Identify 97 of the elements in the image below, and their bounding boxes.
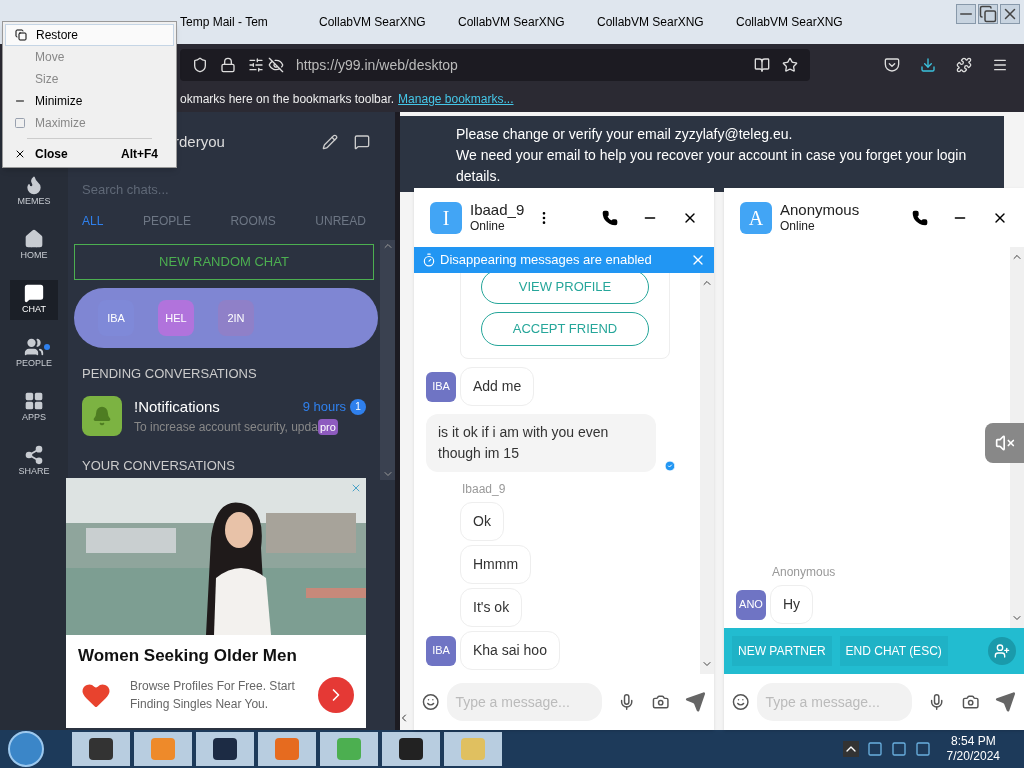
manage-bookmarks-link[interactable]: Manage bookmarks... xyxy=(398,90,514,108)
bell-icon xyxy=(92,405,112,426)
tracking-icon[interactable] xyxy=(268,57,284,73)
timer-icon xyxy=(422,253,436,267)
taskbar-app-icon[interactable] xyxy=(382,732,440,766)
reader-icon[interactable] xyxy=(754,57,770,73)
tray-icon[interactable] xyxy=(890,741,907,757)
nav-item[interactable]: APPS xyxy=(10,388,58,428)
mute-icon xyxy=(995,433,1015,453)
notice-text: We need your email to help you recover your account in case you forget your login details. xyxy=(456,146,968,186)
new-random-chat-button[interactable]: NEW RANDOM CHAT xyxy=(74,244,374,280)
tray-icon[interactable] xyxy=(914,741,931,757)
avatar: ANO xyxy=(736,589,766,620)
browser-tab[interactable]: CollabVM SearXNG xyxy=(446,13,585,31)
avatar: I xyxy=(430,201,462,234)
camera-icon[interactable] xyxy=(651,692,670,712)
message-bubble: It's ok xyxy=(460,588,523,627)
sender-name: Anonymous xyxy=(772,564,837,581)
browser-tab[interactable]: CollabVM SearXNG xyxy=(307,13,446,31)
edit-icon[interactable] xyxy=(322,134,338,150)
restore-icon xyxy=(15,29,27,41)
contact-name: Anonymous xyxy=(780,200,860,220)
menu-item[interactable]: Close Alt+F4 xyxy=(5,143,174,165)
notice-text: Please change or verify your email zyzylafy@teleg.eu. xyxy=(456,125,794,144)
contact-status: Online xyxy=(470,219,506,235)
bookmark-star-icon[interactable] xyxy=(782,57,798,73)
home-icon xyxy=(24,229,44,250)
phone-icon[interactable] xyxy=(602,209,618,226)
banner-text: Disappearing messages are enabled xyxy=(440,251,653,270)
taskbar-app-icon[interactable] xyxy=(72,732,130,766)
apps-icon xyxy=(24,391,44,412)
maximize-icon xyxy=(14,117,26,129)
send-icon[interactable] xyxy=(995,690,1016,714)
chat-icon xyxy=(24,283,44,304)
extensions-icon[interactable] xyxy=(956,57,972,73)
send-icon[interactable] xyxy=(685,690,706,714)
browser-tab[interactable]: CollabVM SearXNG xyxy=(724,13,863,31)
taskbar-app-icon[interactable] xyxy=(196,732,254,766)
share-icon xyxy=(24,445,44,466)
add-person-icon xyxy=(994,643,1010,659)
message-bubble: Ok xyxy=(460,502,504,541)
clock-time: 8:54 PM xyxy=(950,734,996,749)
message-bubble: Hmmm xyxy=(460,545,532,584)
menu-icon[interactable] xyxy=(992,57,1008,73)
conversation-time: 9 hours xyxy=(302,398,346,416)
section-title: YOUR CONVERSATIONS xyxy=(81,457,236,475)
nav-item[interactable]: MEMES xyxy=(10,172,58,212)
compose-icon[interactable] xyxy=(354,134,370,150)
ad-headline: Women Seeking Older Men xyxy=(77,645,298,667)
nav-item[interactable]: CHAT xyxy=(10,280,58,320)
close-icon xyxy=(14,148,26,160)
contact-status: Online xyxy=(780,219,816,235)
clock-date: 7/20/2024 xyxy=(946,749,1000,764)
menu-item[interactable]: Minimize xyxy=(5,90,174,112)
start-button[interactable] xyxy=(8,731,44,767)
sender-name: Ibaad_9 xyxy=(462,481,507,498)
flame-icon xyxy=(24,175,44,196)
message-bubble: Add me xyxy=(460,367,535,406)
message-bubble: Hy xyxy=(770,585,814,624)
ad-text: Browse Profiles For Free. Start Finding Singles Near You. xyxy=(130,677,296,713)
nav-item[interactable]: PEOPLE xyxy=(10,334,58,374)
camera-icon[interactable] xyxy=(961,692,980,712)
nav-item[interactable]: HOME xyxy=(10,226,58,266)
section-title: PENDING CONVERSATIONS xyxy=(81,365,258,383)
avatar: IBA xyxy=(426,371,456,402)
browser-tab[interactable]: CollabVM SearXNG xyxy=(585,13,724,31)
message-bubble: is it ok if i am with you even though im 15 xyxy=(426,414,656,472)
pro-badge: pro xyxy=(317,418,338,436)
menu-item[interactable]: Restore xyxy=(5,24,174,46)
conversation-preview: To increase account security, upda xyxy=(134,419,318,436)
avatar: IBA xyxy=(426,635,456,666)
message-bubble: Kha sai hoo xyxy=(460,631,560,670)
emoji-icon[interactable] xyxy=(732,692,750,712)
nav-item[interactable]: SHARE xyxy=(10,442,58,482)
conversation-name: !Notifications xyxy=(134,396,221,417)
unread-count: 1 xyxy=(350,398,366,415)
ad-arrow-button[interactable] xyxy=(318,676,354,713)
shield-icon[interactable] xyxy=(192,57,208,73)
contact-name: Ibaad_9 xyxy=(470,200,525,220)
permissions-icon[interactable] xyxy=(248,57,264,73)
people-icon xyxy=(24,337,44,358)
download-icon[interactable] xyxy=(920,57,936,73)
close-icon[interactable] xyxy=(1000,4,1020,24)
lock-icon[interactable] xyxy=(220,57,236,73)
tray-icon[interactable] xyxy=(866,741,883,757)
emoji-icon[interactable] xyxy=(422,692,440,712)
restore-icon[interactable] xyxy=(978,4,998,24)
phone-icon[interactable] xyxy=(912,209,928,226)
add-friend-button[interactable] xyxy=(988,637,1016,665)
tray-expand-icon[interactable] xyxy=(842,741,859,757)
bookmarks-hint: okmarks here on the bookmarks toolbar. xyxy=(180,91,395,108)
mute-button[interactable] xyxy=(985,423,1024,463)
url-text: https://y99.in/web/desktop xyxy=(296,55,459,75)
pocket-icon[interactable] xyxy=(884,57,900,73)
address-bar[interactable]: https://y99.in/web/desktop xyxy=(180,49,810,81)
avatar: A xyxy=(740,201,772,234)
conversation-item[interactable]: !Notifications 9 hours 1 To increase account security, upda pro xyxy=(74,395,374,436)
